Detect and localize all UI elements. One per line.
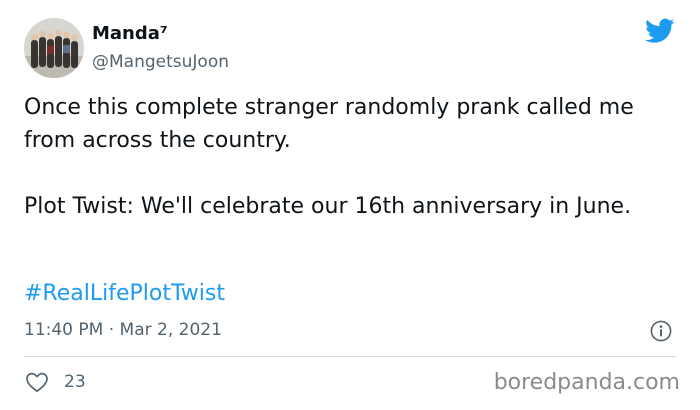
info-icon[interactable] (650, 320, 672, 342)
tweet-date: Mar 2, 2021 (119, 320, 222, 340)
display-name[interactable]: Manda⁷ (92, 23, 168, 45)
tweet-paragraph: Once this complete stranger randomly pra… (24, 95, 634, 153)
tweet-text: Once this complete stranger randomly pra… (24, 91, 674, 223)
heart-icon[interactable] (25, 371, 49, 393)
tweet-paragraph: Plot Twist: We'll celebrate our 16th ann… (24, 194, 632, 219)
group-photo-avatar (24, 18, 84, 78)
user-handle[interactable]: @MangetsuJoon (92, 51, 229, 73)
timestamp[interactable]: 11:40 PM · Mar 2, 2021 (24, 318, 222, 342)
avatar[interactable] (24, 18, 84, 78)
watermark: boredpanda.com (493, 370, 680, 395)
tweet-time: 11:40 PM (24, 320, 104, 340)
timestamp-separator: · (108, 320, 115, 340)
like-count: 23 (64, 372, 86, 392)
twitter-bird-icon[interactable] (645, 18, 675, 44)
hashtag-link[interactable]: #RealLifePlotTwist (24, 277, 225, 310)
divider (24, 356, 676, 357)
